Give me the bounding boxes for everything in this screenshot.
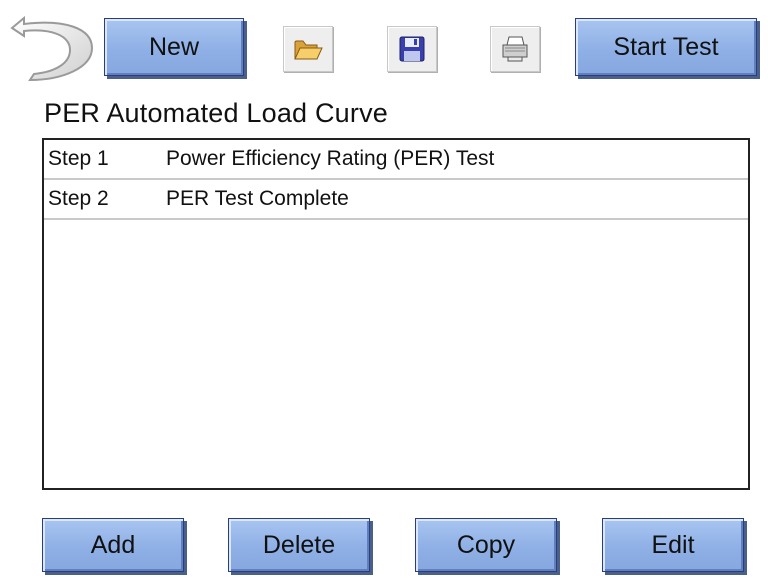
copy-button[interactable]: Copy: [415, 518, 557, 572]
step-number: Step 1: [48, 147, 109, 170]
list-item[interactable]: Step 1 Power Efficiency Rating (PER) Tes…: [44, 140, 748, 180]
folder-open-icon: [294, 40, 323, 60]
steps-list[interactable]: Step 1 Power Efficiency Rating (PER) Tes…: [42, 138, 750, 490]
back-button[interactable]: [8, 14, 100, 84]
delete-button[interactable]: Delete: [228, 518, 370, 572]
open-button[interactable]: [283, 26, 333, 72]
copy-button-label: Copy: [456, 530, 516, 559]
page-title: PER Automated Load Curve: [44, 98, 389, 128]
save-button[interactable]: [387, 26, 437, 72]
new-button[interactable]: New: [104, 18, 244, 76]
list-item[interactable]: Step 2 PER Test Complete: [44, 180, 748, 220]
add-button-label: Add: [90, 530, 136, 559]
edit-button[interactable]: Edit: [602, 518, 744, 572]
printer-icon: [502, 36, 528, 62]
step-description: PER Test Complete: [166, 187, 349, 210]
start-test-button[interactable]: Start Test: [575, 18, 757, 76]
delete-button-label: Delete: [262, 530, 336, 559]
new-button-label: New: [148, 32, 199, 61]
print-button[interactable]: [490, 26, 540, 72]
load-curve-screen: New Start Test PER Automated Load Curve: [0, 0, 768, 578]
start-test-label: Start Test: [613, 32, 719, 61]
step-description: Power Efficiency Rating (PER) Test: [166, 147, 495, 170]
step-number: Step 2: [48, 187, 109, 210]
floppy-disk-icon: [399, 36, 425, 62]
edit-button-label: Edit: [651, 530, 695, 559]
add-button[interactable]: Add: [42, 518, 184, 572]
back-arrow-icon: [10, 15, 94, 82]
